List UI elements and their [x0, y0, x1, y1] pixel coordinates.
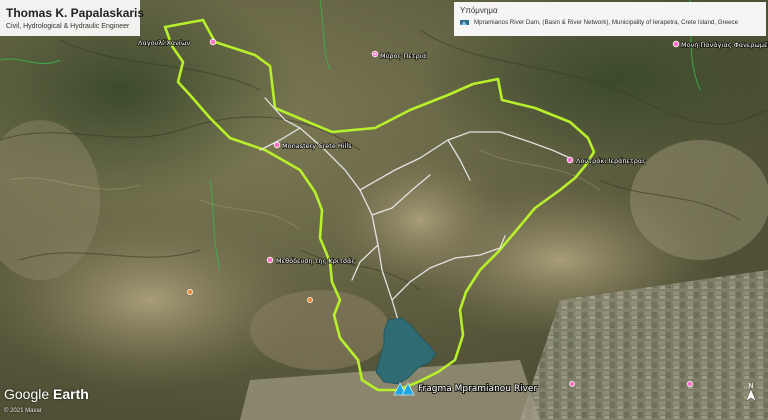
imagery-copyright: © 2021 Maxar	[4, 408, 42, 414]
legend-title: Υπόμνημα	[460, 6, 498, 15]
author-header: Thomas K. Papalaskaris Civil, Hydrologic…	[0, 0, 145, 36]
legend-panel: Υπόμνημα Mpramianos River Dam, (Basin & …	[454, 2, 766, 36]
author-subtitle: Civil, Hydrological & Hydraulic Engineer	[6, 23, 130, 30]
logo-google: Google	[4, 386, 50, 402]
place-pin-6[interactable]: Μεθόδευση της Κριτσάς	[266, 256, 356, 266]
poi-pin-orange-2[interactable]	[307, 297, 313, 303]
place-label-1: Λαγουλί Χανίων	[138, 39, 190, 47]
logo-earth: Earth	[53, 386, 89, 402]
place-label-2: Μύρος Πετριά	[380, 52, 426, 60]
dam-label: Fragma Mpramianou River	[418, 384, 537, 394]
google-earth-logo: Google Earth	[4, 386, 89, 402]
place-label-5: Λουτράκι Ιεράπετρας	[576, 157, 646, 165]
map-layer-icon	[460, 20, 469, 25]
poi-pin-pink-8[interactable]	[687, 381, 693, 387]
place-pin-4[interactable]: Monastery Crete Hills	[273, 141, 353, 151]
place-pin-3[interactable]: Μονή Πανάγιας Φανερωμένης	[672, 40, 768, 50]
author-name: Thomas K. Papalaskaris	[6, 6, 145, 20]
place-label-3: Μονή Πανάγιας Φανερωμένης	[681, 41, 768, 49]
poi-pin-orange-1[interactable]	[187, 289, 193, 295]
legend-item-label: Mpramianos River Dam, (Basin & River Net…	[474, 19, 739, 26]
satellite-map[interactable]: Λαγουλί Χανίων Μύρος Πετριά Μονή Πανάγια…	[0, 0, 768, 420]
place-pin-2[interactable]: Μύρος Πετριά	[371, 50, 427, 61]
place-label-4: Monastery Crete Hills	[282, 142, 352, 150]
place-label-6: Μεθόδευση της Κριτσάς	[276, 257, 355, 265]
north-arrow-icon[interactable]: N	[741, 380, 761, 404]
poi-pin-blue-1[interactable]	[374, 53, 376, 55]
poi-pin-pink-7[interactable]	[569, 381, 575, 387]
legend-item[interactable]: Mpramianos River Dam, (Basin & River Net…	[460, 19, 760, 26]
place-pin-5[interactable]: Λουτράκι Ιεράπετρας	[566, 156, 647, 166]
